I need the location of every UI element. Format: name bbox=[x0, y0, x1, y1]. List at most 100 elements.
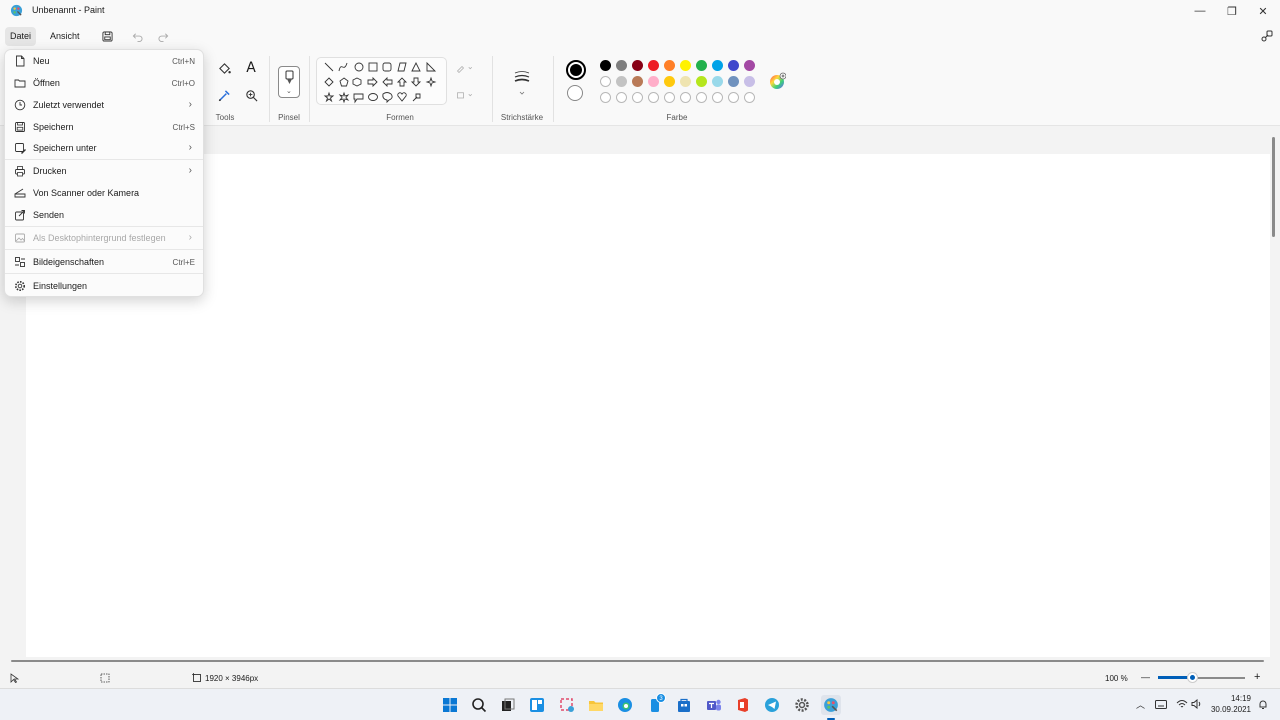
file-menu-item[interactable]: Zuletzt verwendet › bbox=[8, 95, 202, 116]
save-icon[interactable] bbox=[99, 28, 115, 44]
color-swatch[interactable] bbox=[632, 60, 643, 71]
edge-browser-icon[interactable] bbox=[615, 695, 635, 715]
color-swatch[interactable] bbox=[616, 60, 627, 71]
color-swatch[interactable] bbox=[744, 76, 755, 87]
minimize-button[interactable]: — bbox=[1183, 0, 1217, 22]
snipping-tool-icon[interactable] bbox=[557, 695, 577, 715]
close-button[interactable]: ✕ bbox=[1246, 0, 1280, 22]
keyboard-icon[interactable] bbox=[1155, 700, 1167, 709]
telegram-icon[interactable] bbox=[762, 695, 782, 715]
brush-selector[interactable]: ⌄ bbox=[278, 66, 300, 98]
volume-icon[interactable] bbox=[1191, 699, 1202, 709]
color-swatch[interactable] bbox=[664, 76, 675, 87]
undo-icon[interactable] bbox=[129, 28, 145, 44]
menu-view[interactable]: Ansicht bbox=[45, 27, 85, 46]
file-menu-item[interactable]: Von Scanner oder Kamera bbox=[8, 183, 202, 204]
zoom-slider-track[interactable] bbox=[1158, 673, 1245, 682]
file-menu-item[interactable]: Öffnen Ctrl+O bbox=[8, 73, 202, 94]
horizontal-scrollbar[interactable] bbox=[11, 660, 1264, 662]
primary-color-selector[interactable] bbox=[566, 60, 586, 80]
file-menu-item[interactable]: Neu Ctrl+N bbox=[8, 51, 202, 72]
paint-taskbar-icon[interactable] bbox=[821, 695, 841, 720]
file-menu-item[interactable]: Bildeigenschaften Ctrl+E bbox=[8, 252, 202, 273]
color-swatch[interactable] bbox=[712, 60, 723, 71]
color-swatch[interactable] bbox=[728, 60, 739, 71]
fill-dropdown-icon[interactable] bbox=[456, 86, 474, 104]
task-view-icon[interactable] bbox=[498, 695, 518, 715]
outline-dropdown-icon[interactable] bbox=[456, 59, 474, 77]
custom-color-slot[interactable] bbox=[744, 92, 755, 103]
magnifier-icon[interactable] bbox=[242, 86, 260, 104]
ribbon-separator bbox=[553, 56, 554, 122]
color-swatch[interactable] bbox=[632, 76, 643, 87]
custom-color-slot[interactable] bbox=[632, 92, 643, 103]
color-swatch[interactable] bbox=[616, 76, 627, 87]
color-swatch[interactable] bbox=[680, 76, 691, 87]
color-picker-icon[interactable] bbox=[215, 86, 233, 104]
start-button[interactable] bbox=[440, 695, 460, 715]
zoom-slider-thumb[interactable] bbox=[1187, 673, 1197, 682]
drawing-canvas[interactable] bbox=[26, 154, 1270, 657]
notifications-icon[interactable] bbox=[1258, 699, 1268, 710]
custom-color-slot[interactable] bbox=[712, 92, 723, 103]
custom-color-slot[interactable] bbox=[648, 92, 659, 103]
share-icon[interactable] bbox=[1259, 28, 1275, 44]
stroke-width-icon[interactable] bbox=[511, 68, 533, 98]
clock-date[interactable]: 30.09.2021 bbox=[1208, 705, 1251, 714]
brushes-group-label: Pinsel bbox=[278, 113, 300, 122]
wifi-icon[interactable] bbox=[1176, 699, 1188, 709]
settings-icon[interactable] bbox=[792, 695, 812, 715]
color-swatch[interactable] bbox=[696, 60, 707, 71]
file-menu-item[interactable]: Senden bbox=[8, 205, 202, 226]
clock-time[interactable]: 14:19 bbox=[1208, 694, 1251, 703]
canvas-size-text: 1920 × 3946px bbox=[205, 674, 259, 683]
tray-overflow-icon[interactable]: ︿ bbox=[1136, 698, 1145, 711]
file-menu-item[interactable]: Einstellungen bbox=[8, 276, 202, 297]
office-icon[interactable] bbox=[733, 695, 753, 715]
menu-bar: Datei Ansicht bbox=[0, 22, 1280, 48]
ribbon-separator bbox=[309, 56, 310, 122]
color-swatch[interactable] bbox=[680, 60, 691, 71]
text-tool-icon[interactable]: A bbox=[242, 59, 260, 77]
zoom-out-button[interactable]: — bbox=[1141, 672, 1150, 682]
maximize-button[interactable]: ❐ bbox=[1215, 0, 1249, 22]
fill-bucket-icon[interactable] bbox=[215, 59, 233, 77]
color-swatch[interactable] bbox=[600, 60, 611, 71]
vertical-scrollbar[interactable] bbox=[1272, 137, 1275, 237]
file-menu-item[interactable]: Speichern unter › bbox=[8, 138, 202, 159]
custom-color-slot[interactable] bbox=[664, 92, 675, 103]
file-menu-item[interactable]: Speichern Ctrl+S bbox=[8, 117, 202, 138]
color-swatch[interactable] bbox=[648, 60, 659, 71]
custom-color-slot[interactable] bbox=[680, 92, 691, 103]
color-swatch[interactable] bbox=[664, 60, 675, 71]
file-menu-item[interactable]: Drucken › bbox=[8, 161, 202, 182]
custom-color-slot[interactable] bbox=[728, 92, 739, 103]
color-swatch[interactable] bbox=[696, 76, 707, 87]
custom-color-slot[interactable] bbox=[696, 92, 707, 103]
color-swatch[interactable] bbox=[728, 76, 739, 87]
file-menu-item[interactable]: Als Desktophintergrund festlegen › bbox=[8, 228, 202, 249]
color-swatch[interactable] bbox=[712, 76, 723, 87]
store-icon[interactable] bbox=[674, 695, 694, 715]
custom-color-slot[interactable] bbox=[600, 92, 611, 103]
zoom-in-button[interactable]: + bbox=[1254, 671, 1260, 683]
menu-file[interactable]: Datei bbox=[5, 27, 37, 46]
secondary-color-selector[interactable] bbox=[567, 85, 583, 101]
search-icon[interactable] bbox=[469, 695, 489, 715]
teams-icon[interactable] bbox=[704, 695, 724, 715]
color-swatch[interactable] bbox=[600, 76, 611, 87]
color-swatch[interactable] bbox=[648, 76, 659, 87]
color-swatch[interactable] bbox=[744, 60, 755, 71]
edit-colors-icon[interactable] bbox=[768, 72, 786, 90]
widgets-icon[interactable] bbox=[527, 695, 547, 715]
menu-separator bbox=[5, 273, 203, 274]
file-menu-item-label: Als Desktophintergrund festlegen bbox=[33, 233, 166, 243]
printer-icon bbox=[15, 166, 25, 177]
zoom-level[interactable]: 100 % bbox=[1105, 674, 1128, 683]
file-menu-item-label: Einstellungen bbox=[33, 281, 88, 291]
custom-color-slot[interactable] bbox=[616, 92, 627, 103]
phone-link-icon[interactable]: 3 bbox=[645, 693, 666, 715]
shapes-grid-icon[interactable] bbox=[317, 58, 448, 106]
file-explorer-icon[interactable] bbox=[586, 695, 606, 715]
redo-icon[interactable] bbox=[155, 28, 171, 44]
